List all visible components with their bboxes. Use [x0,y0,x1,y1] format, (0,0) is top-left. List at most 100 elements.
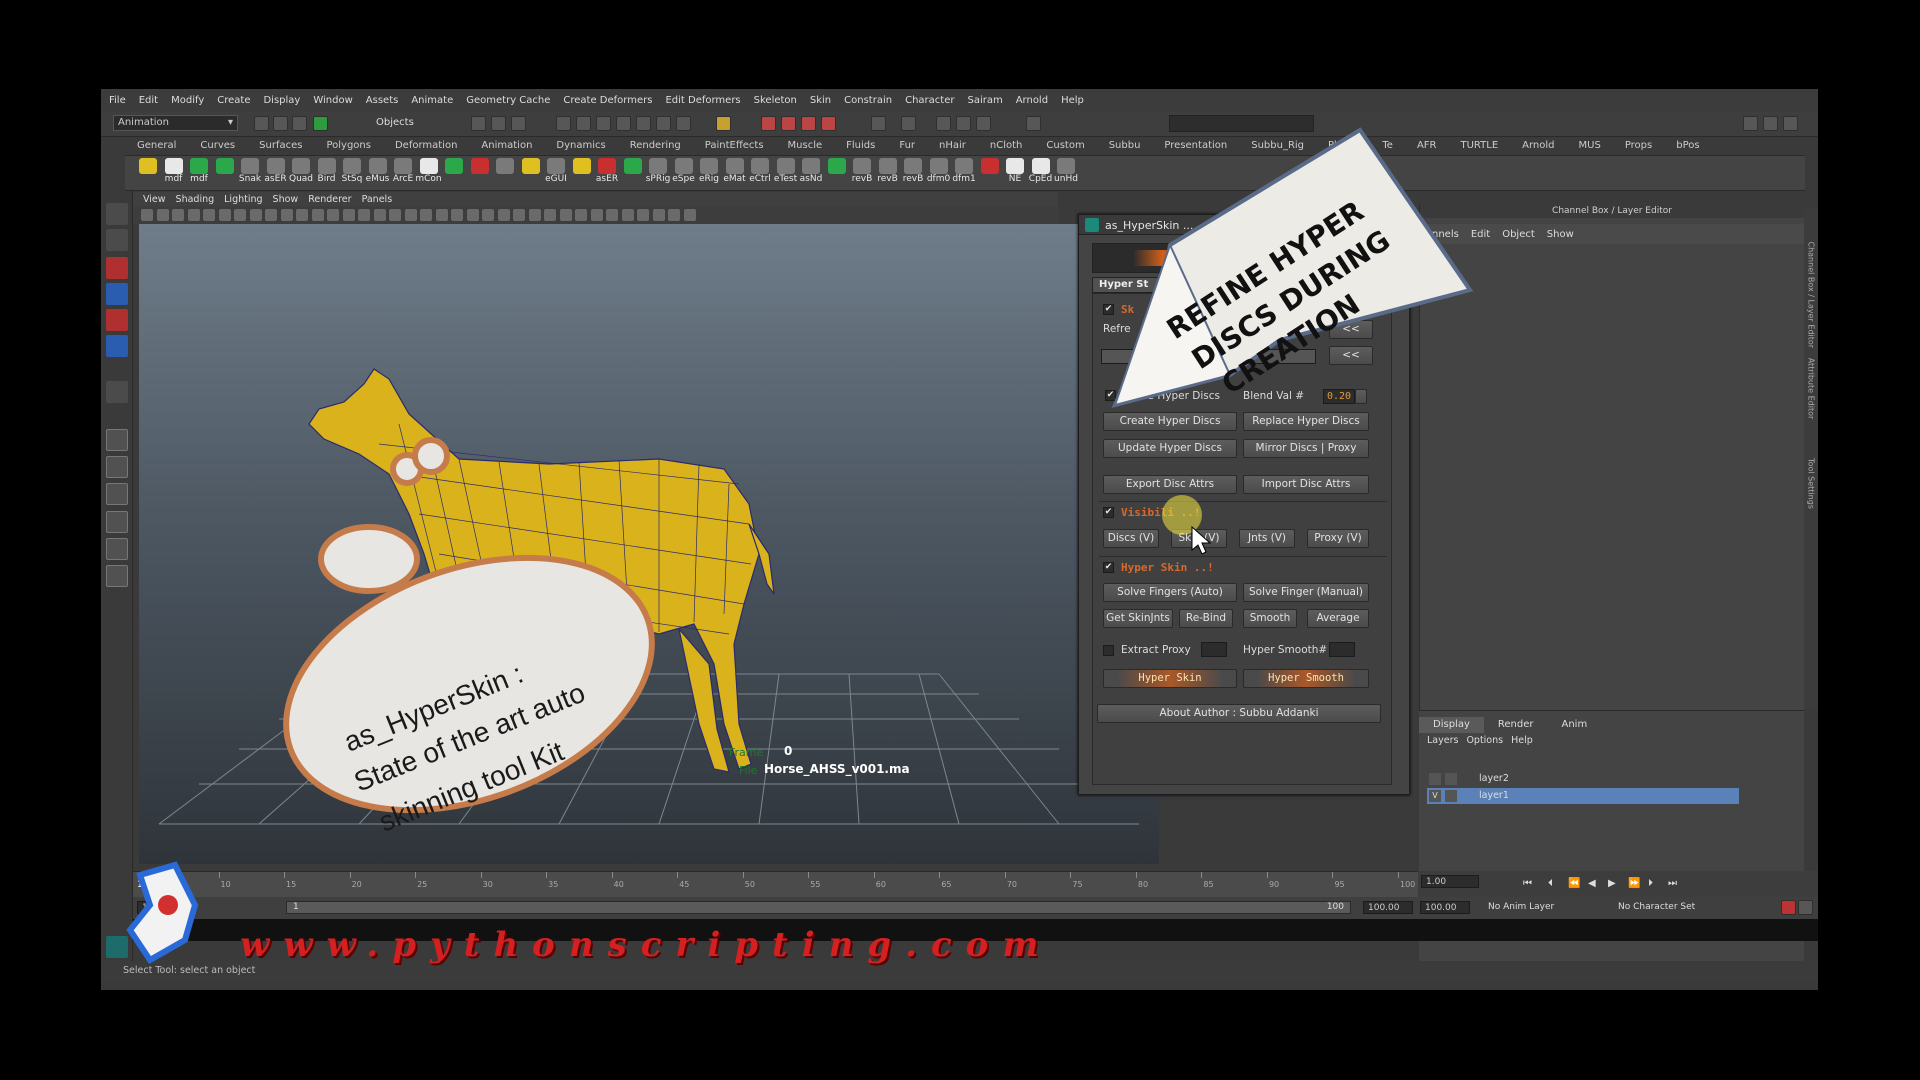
hyper-smooth-field[interactable] [1329,642,1355,657]
panel-layout-icon[interactable] [871,116,886,131]
hyper-smooth-button[interactable]: Hyper Smooth [1243,669,1369,688]
shelf-tab-curves[interactable]: Curves [188,137,247,155]
current-frame-field[interactable]: 1.00 [1421,875,1479,888]
step-back-key-icon[interactable]: ⏴ [1548,878,1559,889]
menu-create[interactable]: Create [217,95,250,106]
menu-animate[interactable]: Animate [411,95,453,106]
history-icon[interactable] [656,116,671,131]
snap-surface-icon[interactable] [636,116,651,131]
shelf-tab-nhair[interactable]: nHair [927,137,978,155]
viewport-tool-icon[interactable] [265,209,277,221]
blend-val-field[interactable]: 0.20 [1323,389,1355,404]
menu-set-dropdown[interactable]: Animation [113,115,238,131]
selection-mode-label[interactable]: Objects [376,117,414,128]
render-icon[interactable] [761,116,776,131]
export-disc-attrs-button[interactable]: Export Disc Attrs [1103,475,1237,494]
layer-visibility-toggle[interactable] [1429,773,1441,785]
viewport-tool-icon[interactable] [187,209,200,221]
tab-display[interactable]: Display [1419,717,1484,733]
viewport-tool-icon[interactable] [420,209,432,221]
menu-sairam[interactable]: Sairam [967,95,1002,106]
select-tool-icon[interactable] [106,203,128,225]
menu-arnold[interactable]: Arnold [1016,95,1048,106]
solve-finger-manual-button[interactable]: Solve Finger (Manual) [1243,583,1369,602]
menu-help[interactable]: Help [1061,95,1084,106]
viewport-tool-icon[interactable] [203,209,215,221]
ipr-render-icon[interactable] [781,116,796,131]
menu-window[interactable]: Window [313,95,352,106]
outliner-icon[interactable] [901,116,916,131]
layer-row[interactable]: V layer1 [1427,788,1739,804]
layer-menu-layers[interactable]: Layers [1427,735,1458,746]
viewport-tool-icon[interactable] [327,209,339,221]
viewport-tool-icon[interactable] [451,209,463,221]
viewport-menu-lighting[interactable]: Lighting [224,194,262,205]
skin-section-checkbox[interactable]: ✔ [1103,304,1114,315]
viewport-tool-icon[interactable] [172,209,184,221]
viewport-tool-icon[interactable] [234,209,246,221]
shelf-tab-te[interactable]: Te [1370,137,1405,155]
viewport-tool-icon[interactable] [218,209,231,221]
viewport-tool-icon[interactable] [296,209,308,221]
shelf-tab-subbu[interactable]: Subbu [1097,137,1153,155]
time-slider[interactable]: 1 10 15 20 25 30 35 40 45 50 55 60 65 70 75 80 85 90 95 100… [133,871,1418,897]
discs-v-button[interactable]: Discs (V) [1103,529,1159,548]
average-button[interactable]: Average [1307,609,1369,628]
lasso-tool-icon[interactable] [106,229,128,251]
update-hyper-discs-button[interactable]: Update Hyper Discs [1103,439,1237,458]
layer-playback-toggle[interactable] [1445,790,1457,802]
play-backward-icon[interactable]: ◀ [1588,878,1599,889]
viewport-menu-view[interactable]: View [143,194,166,205]
viewport-tool-icon[interactable] [280,209,293,221]
tab-attribute-editor[interactable]: Attribute Editor [1807,357,1816,421]
step-forward-key-icon[interactable]: ⏵ [1648,878,1659,889]
menu-create-deformers[interactable]: Create Deformers [563,95,652,106]
extract-proxy-checkbox[interactable] [1103,645,1114,656]
layout-hypershade-icon[interactable] [106,565,128,587]
viewport-tool-icon[interactable] [435,209,448,221]
tab-tool-settings[interactable]: Tool Settings [1807,452,1816,516]
select-object-icon[interactable] [491,116,506,131]
shelf-tab-subbu-rig[interactable]: Subbu_Rig [1239,137,1316,155]
replace-hyper-discs-button[interactable]: Replace Hyper Discs [1243,412,1369,431]
import-disc-attrs-button[interactable]: Import Disc Attrs [1243,475,1369,494]
shelf-tab-muscle[interactable]: Muscle [776,137,835,155]
dopesheet-icon[interactable] [976,116,991,131]
channel-menu-object[interactable]: Object [1502,229,1535,240]
viewport-tool-icon[interactable] [590,209,603,221]
layout-four-icon[interactable] [106,456,128,478]
viewport-tool-icon[interactable] [466,209,479,221]
select-hierarchy-icon[interactable] [471,116,486,131]
shelf-tab-deformation[interactable]: Deformation [383,137,469,155]
lock-icon[interactable] [716,116,731,131]
mirror-discs-proxy-button[interactable]: Mirror Discs | Proxy [1243,439,1369,458]
blend-stepper[interactable] [1355,389,1367,404]
menu-display[interactable]: Display [263,95,300,106]
shelf-tab-fluids[interactable]: Fluids [834,137,887,155]
viewport-3d[interactable]: as_HyperSkin : State of the art auto ski… [139,224,1159,864]
viewport-tool-icon[interactable] [668,209,680,221]
viewport-tool-icon[interactable] [141,209,153,221]
layout-outliner-icon[interactable] [106,538,128,560]
tab-hyper-st[interactable]: Hyper St [1092,277,1162,293]
viewport-tool-icon[interactable] [373,209,386,221]
menu-skin[interactable]: Skin [810,95,831,106]
viewport-tool-icon[interactable] [389,209,401,221]
visibility-checkbox[interactable]: ✔ [1103,507,1114,518]
shelf-tab-presentation[interactable]: Presentation [1152,137,1239,155]
viewport-tool-icon[interactable] [683,209,696,221]
hyperskin-shelf-icon[interactable] [106,936,128,958]
auto-key-icon[interactable] [1781,900,1796,915]
shelf-tab-bpos[interactable]: bPos [1664,137,1711,155]
viewport-tool-icon[interactable] [575,209,587,221]
viewport-menu-renderer[interactable]: Renderer [308,194,351,205]
layout-icon-3[interactable] [1783,116,1798,131]
rotate-tool-icon[interactable] [106,309,128,331]
shelf-button-unhd[interactable]: unHd [1051,158,1081,190]
tab-anim[interactable]: Anim [1547,717,1601,733]
go-to-end-icon[interactable]: ⏭ [1668,878,1679,889]
viewport-tool-icon[interactable] [606,209,618,221]
shelf-tab-general[interactable]: General [125,137,188,155]
viewport-tool-icon[interactable] [544,209,556,221]
shelf-tab-dynamics[interactable]: Dynamics [544,137,617,155]
